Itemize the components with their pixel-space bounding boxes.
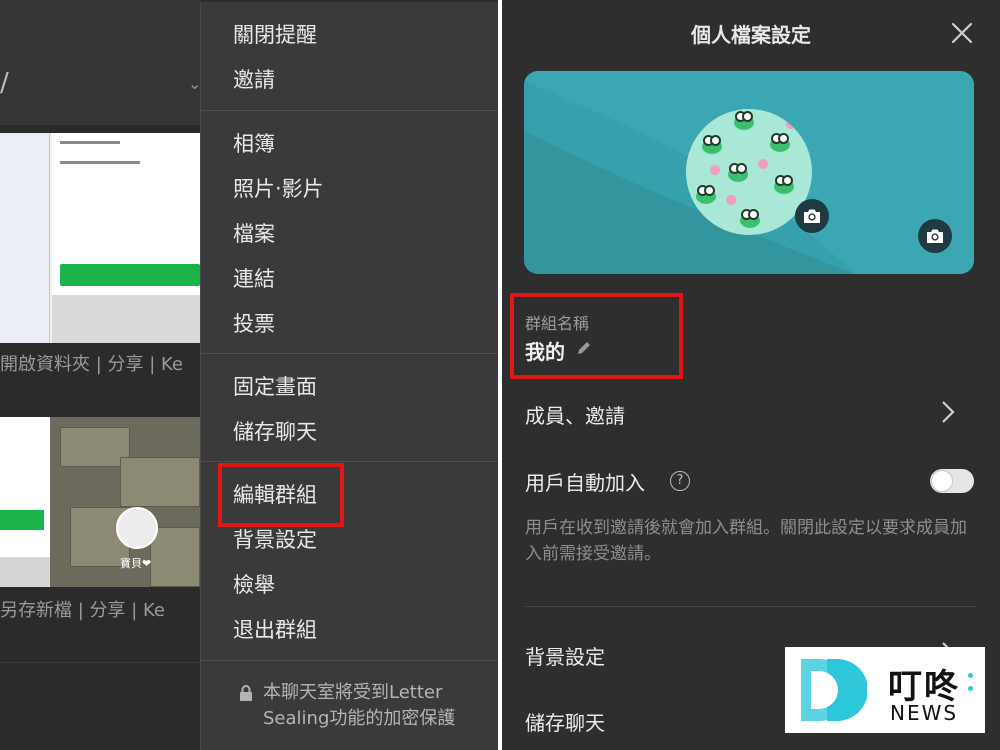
chevron-right-icon <box>942 401 955 423</box>
menu-item-links[interactable]: 連結 <box>233 265 275 293</box>
profile-settings-panel: 個人檔案設定 群組名稱 我的 成員、邀請 用戶自動加入 ? 用戶在收到邀請後就會… <box>502 0 1000 750</box>
highlight-box-edit-group <box>218 463 344 527</box>
menu-divider <box>201 353 498 354</box>
menu-item-files[interactable]: 檔案 <box>233 220 275 248</box>
brand-dots <box>968 673 973 699</box>
menu-item-pin-screen[interactable]: 固定畫面 <box>233 373 317 401</box>
page-title: 個人檔案設定 <box>691 23 811 47</box>
screenshot-keyboard <box>0 557 50 587</box>
brand-name-en: NEWS <box>890 701 959 725</box>
menu-item-background-settings[interactable]: 背景設定 <box>233 526 317 554</box>
members-invite-label: 成員、邀請 <box>525 404 625 428</box>
dingdong-logo-icon <box>801 659 867 721</box>
photo-thumbnail[interactable]: 寶貝❤ <box>0 417 200 587</box>
change-cover-button[interactable] <box>918 219 952 253</box>
screenshot-green-button <box>0 510 44 530</box>
background-settings-label: 背景設定 <box>525 645 605 669</box>
photo-thumbnail[interactable] <box>0 133 200 343</box>
brand-watermark: 叮咚 NEWS <box>785 647 985 733</box>
menu-item-mute-notifications[interactable]: 關閉提醒 <box>233 21 317 49</box>
screenshot-keyboard <box>52 295 200 343</box>
menu-item-save-chat[interactable]: 儲存聊天 <box>233 418 317 446</box>
chat-header: / ⌄ <box>0 0 201 125</box>
change-avatar-button[interactable] <box>795 199 829 233</box>
camera-icon <box>927 229 943 243</box>
screenshot-phone-left <box>0 133 50 343</box>
lock-icon <box>240 685 252 701</box>
group-avatar[interactable] <box>686 109 812 235</box>
menu-item-leave-group[interactable]: 退出群組 <box>233 616 317 644</box>
auto-join-toggle[interactable] <box>930 469 974 493</box>
menu-item-invite[interactable]: 邀請 <box>233 66 275 94</box>
menu-item-report[interactable]: 檢舉 <box>233 571 275 599</box>
header-edge-glyph: / <box>0 68 9 98</box>
close-icon[interactable] <box>951 22 973 44</box>
avatar <box>116 507 158 549</box>
avatar-name: 寶貝❤ <box>120 557 152 570</box>
screenshot-green-button <box>60 264 200 286</box>
menu-item-photos-videos[interactable]: 照片‧影片 <box>233 175 324 203</box>
chat-input-area <box>0 662 200 750</box>
encryption-note-line1: 本聊天室將受到Letter <box>263 682 443 703</box>
menu-divider <box>201 110 498 111</box>
section-divider <box>525 606 975 607</box>
chat-background-panel: / ⌄ 開啟資料夾 | 分享 | Ke 寶貝❤ 另存新檔 | 分享 | Ke 關… <box>0 0 498 750</box>
pencil-icon[interactable] <box>576 340 592 356</box>
group-name-label: 群組名稱 <box>525 314 590 333</box>
camera-icon <box>804 209 820 223</box>
chat-context-menu: 關閉提醒 邀請 相簿 照片‧影片 檔案 連結 投票 固定畫面 儲存聊天 編輯群組… <box>200 2 498 750</box>
help-icon[interactable]: ? <box>670 471 690 491</box>
menu-divider <box>201 461 498 462</box>
save-chat-label: 儲存聊天 <box>525 711 605 735</box>
encryption-note-line2: Sealing功能的加密保護 <box>263 708 456 729</box>
menu-divider <box>201 660 498 661</box>
cover-image[interactable] <box>524 71 974 274</box>
menu-item-polls[interactable]: 投票 <box>233 310 275 338</box>
menu-item-albums[interactable]: 相簿 <box>233 130 275 158</box>
thumbnail-actions[interactable]: 另存新檔 | 分享 | Ke <box>0 596 165 622</box>
toggle-knob <box>932 471 952 491</box>
group-name-field[interactable]: 我的 <box>525 336 565 365</box>
auto-join-label: 用戶自動加入 <box>525 471 645 495</box>
auto-join-description: 用戶在收到邀請後就會加入群組。關閉此設定以要求成員加入前需接受邀請。 <box>525 518 967 564</box>
thumbnail-actions[interactable]: 開啟資料夾 | 分享 | Ke <box>0 350 183 376</box>
